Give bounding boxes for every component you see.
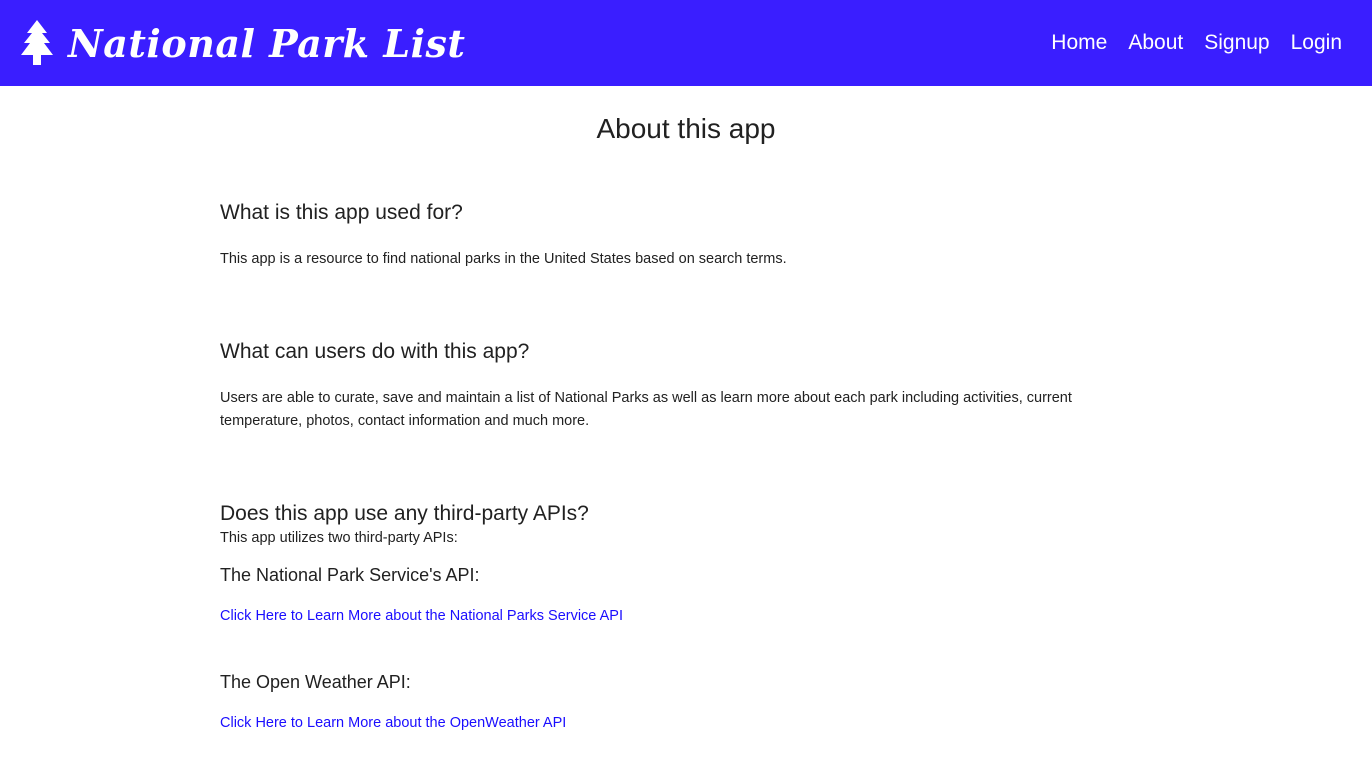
section-heading: Does this app use any third-party APIs?	[220, 502, 589, 525]
brand-title: National Park List	[68, 20, 466, 66]
page-title: About this app	[596, 113, 776, 144]
nav-signup-link[interactable]: Signup	[1204, 31, 1269, 55]
tree-icon	[21, 20, 53, 65]
openweather-api-link[interactable]: Click Here to Learn More about the OpenW…	[220, 715, 566, 731]
section-text: Users are able to curate, save and maint…	[220, 390, 1072, 429]
nav-about-link[interactable]: About	[1128, 31, 1183, 55]
main-content: About this app What is this app used for…	[0, 86, 1372, 731]
nav-links: Home About Signup Login	[1030, 31, 1342, 55]
navbar: National Park List Home About Signup Log…	[0, 0, 1372, 86]
section-purpose: What is this app used for? This app is a…	[220, 200, 1140, 271]
nav-home-link[interactable]: Home	[1051, 31, 1107, 55]
nps-api-link[interactable]: Click Here to Learn More about the Natio…	[220, 608, 623, 624]
section-heading: What is this app used for?	[220, 201, 463, 224]
api-name: The National Park Service's API:	[220, 565, 480, 585]
nav-login-link[interactable]: Login	[1291, 31, 1342, 55]
section-heading: What can users do with this app?	[220, 340, 530, 363]
api-name: The Open Weather API:	[220, 672, 411, 692]
api-link-row: Click Here to Learn More about the Natio…	[220, 605, 1140, 627]
brand-link[interactable]: National Park List	[20, 19, 465, 67]
section-users: What can users do with this app? Users a…	[220, 339, 1140, 433]
section-apis: Does this app use any third-party APIs? …	[220, 501, 1140, 734]
section-text: This app is a resource to find national …	[220, 251, 787, 267]
api-link-row: Click Here to Learn More about the OpenW…	[220, 712, 1140, 734]
section-text: This app utilizes two third-party APIs:	[220, 530, 458, 546]
